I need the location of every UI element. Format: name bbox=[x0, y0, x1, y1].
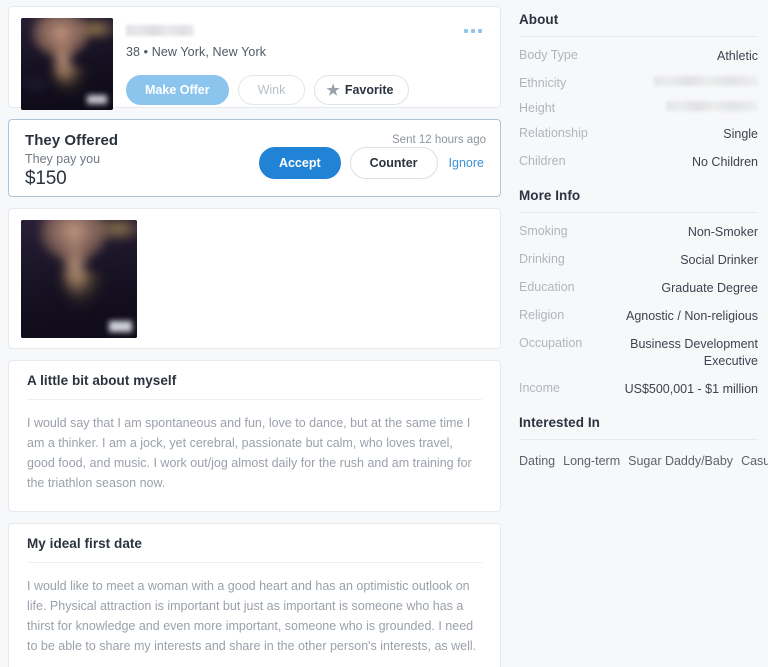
divider bbox=[519, 212, 758, 213]
more-info-value: Social Drinker bbox=[680, 253, 758, 267]
about-myself-body: I would say that I am spontaneous and fu… bbox=[27, 416, 472, 490]
more-info-row-smoking: Smoking Non-Smoker bbox=[519, 224, 758, 241]
kebab-dot bbox=[478, 29, 482, 33]
about-key: Body Type bbox=[519, 48, 578, 62]
about-panel-title: About bbox=[519, 12, 559, 27]
ideal-first-date-body: I would like to meet a woman with a good… bbox=[27, 579, 477, 653]
about-panel: About Body Type Athletic Ethnicity Heigh… bbox=[519, 6, 758, 171]
favorite-button-label: Favorite bbox=[344, 83, 394, 97]
interested-in-tag: Casual dating bbox=[741, 454, 768, 468]
interested-in-tag: Sugar Daddy/Baby bbox=[628, 454, 734, 468]
offer-card: They Offered They pay you $150 Sent 12 h… bbox=[8, 119, 501, 197]
about-key: Relationship bbox=[519, 126, 588, 140]
more-info-value: Agnostic / Non-religious bbox=[625, 309, 758, 323]
photo-thumbnail-highlight bbox=[109, 321, 133, 333]
about-row-height: Height bbox=[519, 101, 758, 115]
kebab-dot bbox=[471, 29, 475, 33]
more-info-value: US$500,001 - $1 million bbox=[624, 382, 758, 396]
more-info-panel-title: More Info bbox=[519, 188, 581, 203]
divider bbox=[519, 439, 758, 440]
interested-in-tag: Dating bbox=[519, 454, 556, 468]
about-value: Athletic bbox=[717, 49, 758, 63]
about-row-body-type: Body Type Athletic bbox=[519, 48, 758, 65]
more-info-row-education: Education Graduate Degree bbox=[519, 280, 758, 297]
more-info-value: Business Development Executive bbox=[630, 337, 758, 368]
more-info-key: Occupation bbox=[519, 336, 583, 350]
kebab-dot bbox=[464, 29, 468, 33]
offer-action-buttons: Accept Counter Ignore bbox=[258, 147, 486, 179]
more-info-row-income: Income US$500,001 - $1 million bbox=[519, 381, 758, 398]
counter-button[interactable]: Counter bbox=[349, 147, 438, 179]
profile-header-card: 38 • New York, New York Make Offer Wink … bbox=[8, 6, 501, 110]
about-myself-title: A little bit about myself bbox=[27, 373, 177, 388]
more-info-key: Smoking bbox=[519, 224, 568, 238]
about-key: Children bbox=[519, 154, 566, 168]
wink-button[interactable]: Wink bbox=[237, 75, 306, 105]
more-info-row-religion: Religion Agnostic / Non-religious bbox=[519, 308, 758, 325]
interested-in-tag: Long-term bbox=[563, 454, 621, 468]
sidebar: About Body Type Athletic Ethnicity Heigh… bbox=[509, 0, 768, 667]
more-info-key: Religion bbox=[519, 308, 565, 322]
avatar[interactable] bbox=[21, 18, 113, 110]
accept-button[interactable]: Accept bbox=[258, 147, 341, 179]
more-info-key: Education bbox=[519, 280, 575, 294]
about-myself-card: A little bit about myself I would say th… bbox=[8, 360, 501, 512]
about-row-relationship: Relationship Single bbox=[519, 126, 758, 143]
photo-gallery-card bbox=[8, 208, 501, 349]
ignore-button[interactable]: Ignore bbox=[447, 147, 486, 179]
avatar-image-detail bbox=[46, 65, 90, 98]
avatar-image-highlight bbox=[87, 95, 108, 105]
more-info-key: Income bbox=[519, 381, 560, 395]
offer-sent-timestamp: Sent 12 hours ago bbox=[392, 134, 486, 146]
about-key: Height bbox=[519, 101, 556, 115]
about-value: No Children bbox=[691, 155, 758, 169]
photo-thumbnail-detail bbox=[55, 271, 105, 310]
more-info-value: Graduate Degree bbox=[661, 281, 758, 295]
profile-age-location: 38 • New York, New York bbox=[126, 45, 267, 59]
more-info-row-drinking: Drinking Social Drinker bbox=[519, 252, 758, 269]
photo-thumbnail[interactable] bbox=[21, 220, 137, 338]
interested-in-panel-title: Interested In bbox=[519, 415, 600, 430]
interested-in-panel: Interested In Dating Long-term Sugar Daddy… bbox=[519, 409, 768, 470]
profile-header-info: 38 • New York, New York Make Offer Wink … bbox=[126, 18, 488, 105]
divider bbox=[27, 562, 482, 563]
more-info-row-occupation: Occupation Business Development Executiv… bbox=[519, 336, 758, 370]
about-value-redacted bbox=[666, 101, 758, 111]
more-info-panel: More Info Smoking Non-Smoker Drinking So… bbox=[519, 182, 758, 398]
about-key: Ethnicity bbox=[519, 76, 567, 90]
kebab-menu-icon[interactable] bbox=[464, 29, 482, 33]
about-row-children: Children No Children bbox=[519, 154, 758, 171]
about-row-ethnicity: Ethnicity bbox=[519, 76, 758, 90]
ideal-first-date-card: My ideal first date I would like to meet… bbox=[8, 523, 501, 667]
more-info-value: Non-Smoker bbox=[687, 225, 758, 239]
about-value: Single bbox=[723, 127, 758, 141]
about-value-redacted bbox=[654, 76, 758, 86]
favorite-button[interactable]: ★ Favorite bbox=[314, 75, 410, 105]
divider bbox=[519, 36, 758, 37]
divider bbox=[27, 399, 482, 400]
interested-in-tags: Dating Long-term Sugar Daddy/Baby Casual da… bbox=[519, 451, 768, 470]
star-icon: ★ bbox=[326, 81, 340, 99]
make-offer-button[interactable]: Make Offer bbox=[126, 75, 229, 105]
profile-username-redacted bbox=[126, 25, 194, 36]
main-column: 38 • New York, New York Make Offer Wink … bbox=[0, 0, 509, 667]
profile-page: 38 • New York, New York Make Offer Wink … bbox=[0, 0, 768, 667]
more-info-key: Drinking bbox=[519, 252, 565, 266]
profile-action-buttons: Make Offer Wink ★ Favorite bbox=[126, 75, 488, 105]
ideal-first-date-title: My ideal first date bbox=[27, 536, 142, 551]
